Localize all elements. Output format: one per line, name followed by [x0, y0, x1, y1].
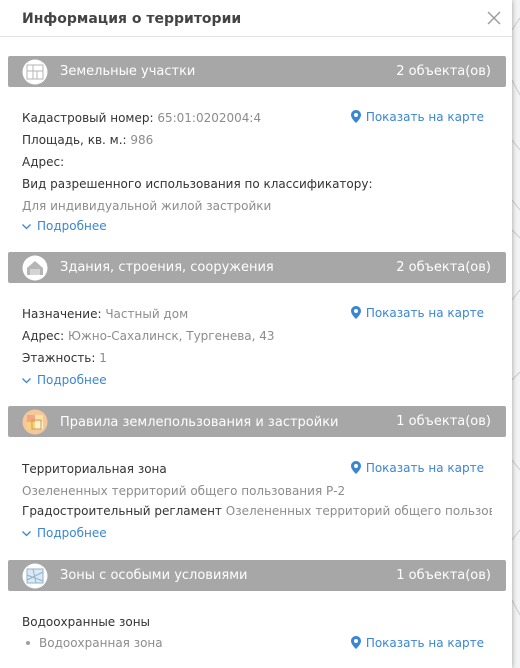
more-label: Подробнее: [37, 373, 107, 387]
area-label: Площадь, кв. м.:: [22, 133, 127, 147]
floors-row: Этажность: 1: [22, 351, 107, 365]
section-title: Здания, строения, сооружения: [60, 260, 274, 275]
area-row: Площадь, кв. м.: 986: [22, 133, 153, 147]
section-count: 1 объекта(ов): [396, 414, 491, 429]
use-label-row: Вид разрешенного использования по класси…: [22, 177, 373, 191]
purpose-value: Частный дом: [105, 307, 189, 321]
regulation-row: Градостроительный регламент Озелененных …: [22, 504, 492, 518]
section-land-plots[interactable]: Земельные участки 2 объекта(ов): [8, 56, 506, 87]
address-row: Адрес:: [22, 155, 64, 169]
area-value: 986: [130, 133, 154, 147]
territory-info-panel: Информация о территории Земельные участк…: [0, 0, 512, 668]
purpose-row: Назначение: Частный дом: [22, 307, 188, 321]
building-icon: [22, 255, 48, 281]
zone-value: Озелененных территорий общего пользовани…: [22, 484, 346, 498]
cadastral-label: Кадастровый номер:: [22, 111, 154, 125]
chevron-down-icon: [22, 378, 31, 384]
section-count: 2 объекта(ов): [396, 260, 491, 275]
chevron-down-icon: [22, 224, 31, 230]
show-on-map-link-land[interactable]: Показать на карте: [350, 110, 484, 124]
special-zone-item-label: Водоохранная зона: [39, 636, 163, 650]
regulation-label: Градостроительный регламент: [22, 504, 222, 518]
map-link-label: Показать на карте: [365, 110, 484, 124]
more-link-zoning[interactable]: Подробнее: [22, 526, 107, 540]
section-count: 1 объекта(ов): [396, 568, 491, 583]
special-zone-item: Водоохранная зона: [22, 636, 163, 650]
floors-value: 1: [99, 351, 107, 365]
map-link-label: Показать на карте: [365, 461, 484, 475]
section-title: Земельные участки: [60, 64, 196, 79]
cadastral-row: Кадастровый номер: 65:01:0202004:4: [22, 111, 261, 125]
land-plot-icon: [22, 59, 48, 85]
floors-label: Этажность:: [22, 351, 96, 365]
purpose-label: Назначение:: [22, 307, 102, 321]
address-label: Адрес:: [22, 329, 65, 343]
bullet-icon: [26, 641, 30, 645]
zoning-icon: [22, 409, 48, 435]
panel-title: Информация о территории: [22, 11, 242, 27]
regulation-value: Озелененных территорий общего пользовани…: [225, 504, 492, 518]
use-value: Для индивидуальной жилой застройки: [22, 199, 272, 213]
section-special-zones[interactable]: Зоны с особыми условиями 1 объекта(ов): [8, 560, 506, 591]
chevron-down-icon: [22, 531, 31, 537]
special-zone-type: Водоохранные зоны: [22, 615, 151, 629]
more-label: Подробнее: [37, 219, 107, 233]
zone-label: Территориальная зона: [22, 462, 167, 476]
more-link-land[interactable]: Подробнее: [22, 219, 107, 233]
special-zone-icon: [22, 563, 48, 589]
section-title: Зоны с особыми условиями: [60, 568, 248, 583]
use-label: Вид разрешенного использования по класси…: [22, 177, 373, 191]
address-label: Адрес:: [22, 155, 65, 169]
show-on-map-link-zoning[interactable]: Показать на карте: [350, 461, 484, 475]
map-link-label: Показать на карте: [365, 636, 484, 650]
map-marker-icon: [350, 461, 361, 474]
building-address-row: Адрес: Южно-Сахалинск, Тургенева, 43: [22, 329, 275, 343]
more-link-buildings[interactable]: Подробнее: [22, 373, 107, 387]
section-zoning-rules[interactable]: Правила землепользования и застройки 1 о…: [8, 406, 506, 437]
more-label: Подробнее: [37, 526, 107, 540]
section-buildings[interactable]: Здания, строения, сооружения 2 объекта(о…: [8, 252, 506, 283]
map-marker-icon: [350, 306, 361, 319]
map-marker-icon: [350, 110, 361, 123]
map-link-label: Показать на карте: [365, 306, 484, 320]
close-button[interactable]: [484, 8, 504, 28]
map-marker-icon: [350, 636, 361, 649]
panel-header: Информация о территории: [0, 0, 512, 37]
close-icon: [487, 11, 501, 25]
section-title: Правила землепользования и застройки: [60, 415, 339, 429]
section-count: 2 объекта(ов): [396, 64, 491, 79]
show-on-map-link-buildings[interactable]: Показать на карте: [350, 306, 484, 320]
cadastral-value: 65:01:0202004:4: [157, 111, 262, 125]
show-on-map-link-special[interactable]: Показать на карте: [350, 636, 484, 650]
address-value: Южно-Сахалинск, Тургенева, 43: [67, 329, 275, 343]
